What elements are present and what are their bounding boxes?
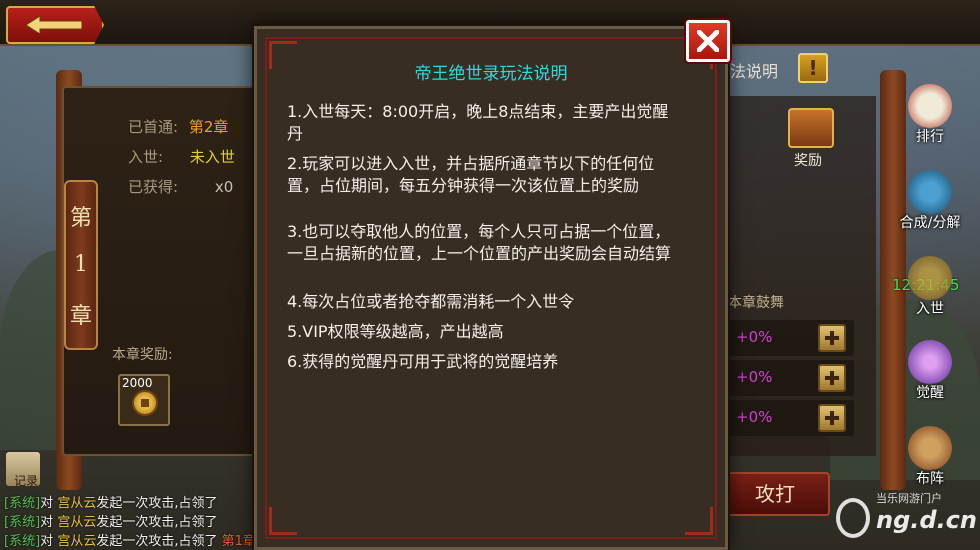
boost-title: 本章鼓舞 — [728, 295, 784, 311]
chat-line: [系统]对 宫从云发起一次攻击,占领了 — [4, 492, 217, 511]
rank-label: 排行 — [916, 129, 944, 145]
first-clear-value: 第2章 — [188, 118, 229, 136]
log-label: 记录 — [14, 474, 39, 488]
first-clear-row: 已首通: 第2章 — [128, 116, 228, 137]
obtained-row: 已获得: x0 — [128, 176, 233, 197]
chapter-reward-item[interactable]: 2000 — [118, 374, 170, 426]
boost-row: +0% — [728, 360, 854, 396]
enter-world-button[interactable]: 入世 — [898, 256, 962, 322]
chat-player-name[interactable]: 宫从云 — [57, 534, 96, 549]
chat-text: 发起一次攻击,占领了 — [96, 515, 218, 530]
chat-tag: [系统] — [4, 534, 41, 549]
awaken-label: 觉醒 — [916, 385, 944, 401]
enter-world-label: 入世 — [916, 301, 944, 317]
chat-text: 发起一次攻击,占领了 — [96, 496, 218, 511]
awaken-button[interactable]: 觉醒 — [898, 340, 962, 406]
rule-item: 4.每次占位或者抢夺都需消耗一个入世令 — [287, 292, 575, 311]
rule-item: 2.玩家可以进入入世，并占据所通章节以下的任何位置，占位期间，每五分钟获得一次该… — [287, 154, 655, 195]
ranking-scroll-icon — [908, 84, 952, 128]
formation-label: 布阵 — [916, 471, 944, 487]
boost-value: +0% — [736, 408, 773, 426]
boost-row: +0% — [728, 320, 854, 356]
back-arrow-icon — [26, 16, 82, 34]
watermark-small-text: 当乐网游门户 — [876, 492, 942, 505]
rule-item: 5.VIP权限等级越高，产出越高 — [287, 322, 504, 341]
synthesis-label: 合成/分解 — [899, 215, 961, 231]
chat-line: [系统]对 宫从云发起一次攻击,占领了 第1章 — [4, 530, 256, 549]
chat-line: [系统]对 宫从云发起一次攻击,占领了 — [4, 511, 217, 530]
chat-pre: 对 — [40, 534, 54, 549]
scroll-icon — [908, 256, 952, 300]
plus-button[interactable] — [818, 364, 846, 392]
formation-map-icon — [908, 426, 952, 470]
chapter-number: 1 — [74, 252, 88, 278]
boost-row: +0% — [728, 400, 854, 436]
treasure-chest-icon — [788, 108, 834, 148]
rule-item: 3.也可以夺取他人的位置，每个人只可占据一个位置，一旦占据新的位置，上一个位置的… — [287, 222, 672, 263]
chat-tag: [系统] — [4, 515, 41, 530]
boost-value: +0% — [736, 328, 773, 346]
corner-ornament — [685, 507, 713, 535]
rules-modal: 帝王绝世录玩法说明 1.入世每天：8:00开启，晚上8点结束，主要产出觉醒丹 2… — [254, 26, 728, 550]
orb-icon — [908, 170, 952, 214]
awaken-star-icon — [908, 340, 952, 384]
chapter-reward-label: 本章奖励: — [112, 347, 173, 363]
modal-title: 帝王绝世录玩法说明 — [414, 64, 568, 84]
attack-button[interactable]: 攻打 — [720, 472, 830, 516]
coin-icon — [132, 390, 158, 416]
formation-button[interactable]: 布阵 — [898, 426, 962, 492]
reward-count: 2000 — [122, 376, 153, 390]
enter-status-row: 入世: 未入世 — [128, 146, 235, 167]
watermark: 当乐网游门户 ng.d.cn — [832, 488, 977, 544]
plus-button[interactable] — [818, 404, 846, 432]
rule-item: 6.获得的觉醒丹可用于武将的觉醒培养 — [287, 352, 559, 371]
chat-player-name[interactable]: 宫从云 — [57, 515, 96, 530]
reward-chest-button[interactable]: 奖励 — [782, 104, 842, 170]
chat-chapter: 第1章 — [221, 534, 256, 549]
plus-button[interactable] — [818, 324, 846, 352]
close-button[interactable] — [686, 20, 730, 62]
close-icon — [697, 30, 719, 52]
obtained-label: 已获得: — [128, 178, 179, 196]
watermark-big-text: ng.d.cn — [876, 506, 977, 534]
chat-pre: 对 — [40, 496, 54, 511]
info-button[interactable]: ! — [798, 53, 828, 83]
first-clear-label: 已首通: — [128, 118, 179, 136]
reward-chest-label: 奖励 — [794, 153, 822, 169]
rules-link[interactable]: 法说明 — [730, 58, 778, 82]
obtained-value: x0 — [214, 178, 234, 196]
boost-value: +0% — [736, 368, 773, 386]
enter-label: 入世: — [128, 148, 164, 166]
enter-value: 未入世 — [189, 148, 235, 166]
chat-player-name[interactable]: 宫从云 — [57, 496, 96, 511]
back-button[interactable] — [6, 6, 104, 44]
chapter-scroll[interactable]: 第 1 章 — [64, 180, 98, 350]
chat-pre: 对 — [40, 515, 54, 530]
chat-text: 发起一次攻击,占领了 — [96, 534, 218, 549]
watermark-logo-icon — [836, 498, 870, 538]
synthesis-button[interactable]: 合成/分解 — [898, 170, 962, 236]
corner-ornament — [269, 507, 297, 535]
chapter-char: 第 — [69, 206, 92, 232]
chapter-char: 章 — [69, 303, 92, 329]
rule-item: 1.入世每天：8:00开启，晚上8点结束，主要产出觉醒丹 — [287, 102, 669, 143]
chat-tag: [系统] — [4, 496, 41, 511]
rank-button[interactable]: 排行 — [898, 84, 962, 150]
